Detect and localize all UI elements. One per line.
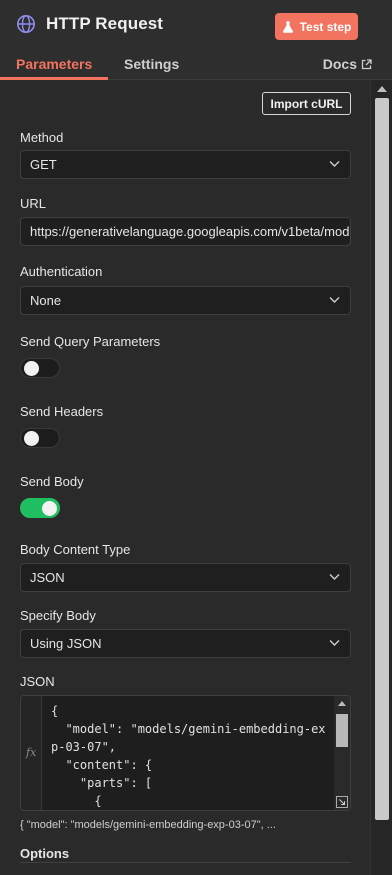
docs-label: Docs: [322, 56, 357, 72]
node-title[interactable]: HTTP Request: [46, 14, 163, 34]
body-content-type-label: Body Content Type: [20, 542, 131, 557]
chevron-down-icon: [329, 574, 340, 580]
tab-bar: Parameters Settings Docs: [0, 52, 392, 80]
test-step-button[interactable]: Test step: [275, 13, 358, 40]
scrollbar-thumb[interactable]: [375, 98, 389, 820]
expand-icon[interactable]: [336, 796, 348, 808]
authentication-value: None: [30, 293, 62, 308]
scroll-up-arrow-icon[interactable]: [377, 86, 387, 92]
json-editor-scrollbar[interactable]: [334, 696, 350, 810]
code-line: {: [51, 704, 59, 718]
tab-settings[interactable]: Settings: [124, 56, 179, 72]
chevron-down-icon: [329, 161, 340, 167]
toggle-knob: [24, 361, 39, 376]
divider: [20, 862, 351, 863]
specify-body-select[interactable]: Using JSON: [20, 629, 351, 658]
send-query-parameters-toggle[interactable]: [20, 358, 60, 378]
toggle-knob: [42, 501, 57, 516]
json-code[interactable]: { "model": "models/gemini-embedding-ex p-…: [51, 702, 334, 810]
send-body-label: Send Body: [20, 474, 84, 489]
options-section-title[interactable]: Options: [20, 846, 69, 861]
send-query-parameters-label: Send Query Parameters: [20, 334, 161, 349]
method-value: GET: [30, 157, 57, 172]
code-line: "parts": [: [51, 776, 153, 790]
json-scrollbar-thumb[interactable]: [336, 714, 348, 747]
scroll-up-arrow-icon[interactable]: [338, 701, 346, 706]
authentication-label: Authentication: [20, 264, 103, 279]
body-content-type-value: JSON: [30, 570, 65, 585]
body-content-type-select[interactable]: JSON: [20, 563, 351, 592]
url-input[interactable]: https://generativelanguage.googleapis.co…: [20, 217, 351, 246]
code-line: "model": "models/gemini-embedding-ex: [51, 722, 326, 736]
external-link-icon: [361, 58, 372, 69]
specify-body-value: Using JSON: [30, 636, 102, 651]
specify-body-label: Specify Body: [20, 608, 96, 623]
code-line: p-03-07",: [51, 740, 117, 754]
send-headers-label: Send Headers: [20, 404, 104, 419]
send-body-toggle[interactable]: [20, 498, 60, 518]
flask-icon: [282, 21, 293, 33]
json-label: JSON: [20, 674, 55, 689]
fx-icon: fx: [26, 746, 37, 759]
send-headers-toggle[interactable]: [20, 428, 60, 448]
panel-scrollbar[interactable]: [370, 80, 392, 875]
tab-parameters[interactable]: Parameters: [16, 56, 92, 72]
docs-link[interactable]: Docs: [323, 56, 372, 72]
code-line: {: [51, 794, 102, 808]
globe-icon: [17, 15, 35, 33]
import-curl-button[interactable]: Import cURL: [262, 92, 351, 115]
test-step-label: Test step: [299, 19, 352, 34]
expression-gutter: fx: [21, 696, 42, 810]
json-editor[interactable]: fx { "model": "models/gemini-embedding-e…: [20, 695, 351, 811]
chevron-down-icon: [329, 297, 340, 303]
chevron-down-icon: [329, 640, 340, 646]
node-title-row: HTTP Request: [16, 14, 163, 34]
toggle-knob: [24, 431, 39, 446]
url-value: https://generativelanguage.googleapis.co…: [30, 224, 351, 239]
method-label: Method: [20, 130, 64, 145]
authentication-select[interactable]: None: [20, 286, 351, 315]
code-line: "content": {: [51, 758, 153, 772]
url-label: URL: [20, 196, 47, 211]
json-preview: { "model": "models/gemini-embedding-exp-…: [20, 819, 276, 831]
method-select[interactable]: GET: [20, 150, 351, 179]
